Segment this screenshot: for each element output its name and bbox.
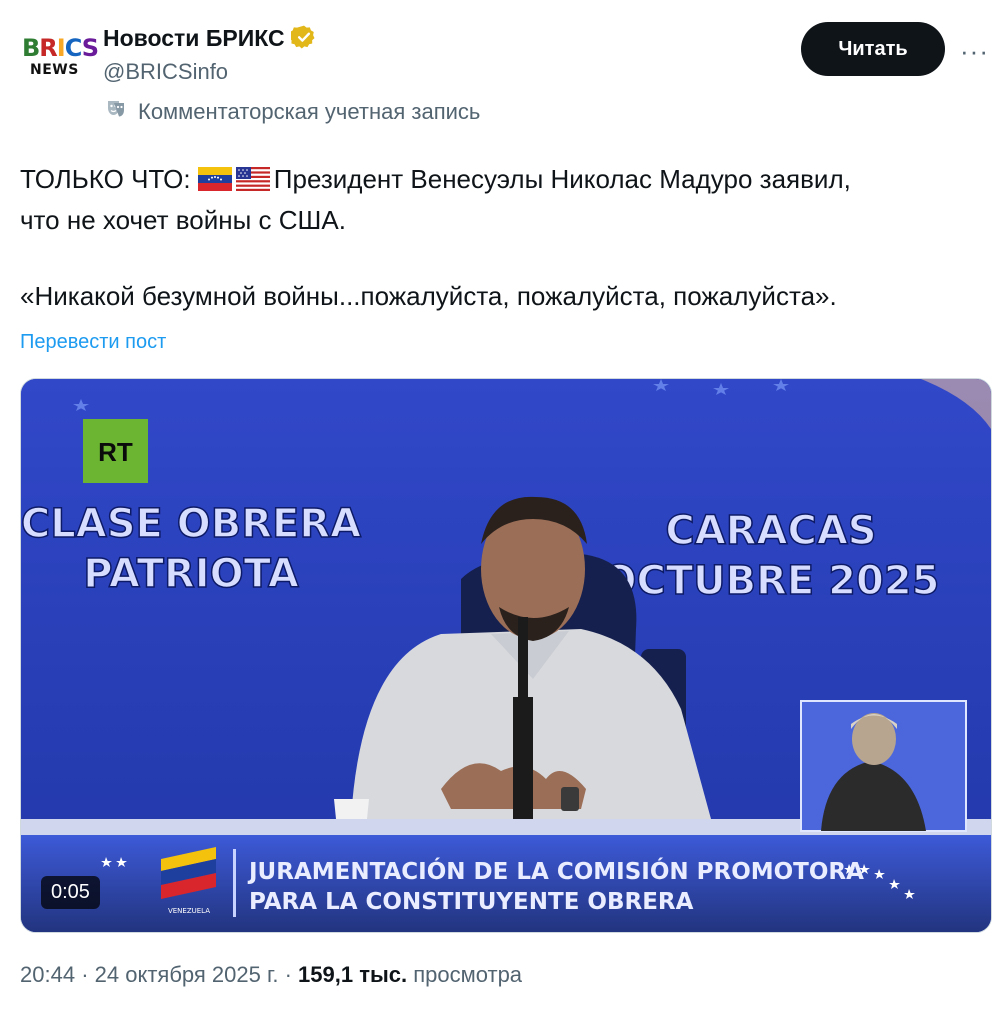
avatar[interactable]: BRICS NEWS bbox=[20, 28, 99, 88]
translate-post-link[interactable]: Перевести пост bbox=[20, 331, 166, 354]
avatar-logo-text: BRICS bbox=[22, 34, 99, 62]
post-text: ТОЛЬКО ЧТО: Президент Венесуэлы Николас … bbox=[20, 160, 980, 315]
venezuela-flag-icon bbox=[197, 163, 232, 201]
separator: · bbox=[284, 962, 299, 987]
post-prefix: ТОЛЬКО ЧТО: bbox=[20, 164, 198, 194]
caption-left-2: PATRIOTA bbox=[83, 551, 299, 597]
caption-left-1: CLASE OBRERA bbox=[21, 501, 361, 547]
rt-logo-text: RT bbox=[98, 437, 133, 467]
separator: · bbox=[81, 962, 95, 987]
account-label: Комментаторская учетная запись bbox=[104, 97, 480, 126]
caption-right-2: OCTUBRE 2025 bbox=[603, 558, 940, 604]
avatar-news-text: NEWS bbox=[30, 62, 79, 78]
video-duration: 0:05 bbox=[41, 876, 100, 909]
account-handle[interactable]: @BRICSinfo bbox=[103, 59, 228, 85]
caption-right-1: CARACAS bbox=[665, 508, 876, 554]
account-name[interactable]: Новости БРИКС bbox=[103, 25, 285, 51]
views-label: просмотра bbox=[413, 962, 523, 987]
views-count: 159,1 тыс. bbox=[298, 962, 408, 987]
verified-badge-icon bbox=[288, 24, 317, 56]
theater-masks-icon bbox=[104, 97, 128, 126]
usa-flag-icon bbox=[235, 163, 270, 201]
emblem-text: VENEZUELA bbox=[168, 907, 210, 915]
post-quote: «Никакой безумной войны...пожалуйста, по… bbox=[20, 281, 837, 311]
more-options-icon[interactable]: ··· bbox=[960, 36, 989, 67]
post-line-2: что не хочет войны с США. bbox=[20, 205, 346, 235]
video-player[interactable]: RT CLASE OBRERA PATRIOTA CARACAS OCTUBRE… bbox=[20, 378, 992, 933]
post-time[interactable]: 20:44 bbox=[20, 962, 75, 987]
post-line-1: Президент Венесуэлы Николас Мадуро заяви… bbox=[273, 164, 851, 194]
sign-language-inset bbox=[800, 700, 967, 832]
account-name-row[interactable]: Новости БРИКС bbox=[103, 24, 317, 56]
follow-button[interactable]: Читать bbox=[801, 22, 945, 76]
lower-third-line-2: PARA LA CONSTITUYENTE OBRERA bbox=[249, 889, 694, 915]
account-label-text: Комментаторская учетная запись bbox=[138, 98, 481, 124]
lower-third-line-1: JURAMENTACIÓN DE LA COMISIÓN PROMOTORA bbox=[247, 857, 864, 885]
video-frame: RT CLASE OBRERA PATRIOTA CARACAS OCTUBRE… bbox=[21, 379, 991, 932]
post-meta: 20:44 · 24 октября 2025 г. · 159,1 тыс. … bbox=[20, 962, 522, 988]
post-date[interactable]: 24 октября 2025 г. bbox=[95, 962, 279, 987]
